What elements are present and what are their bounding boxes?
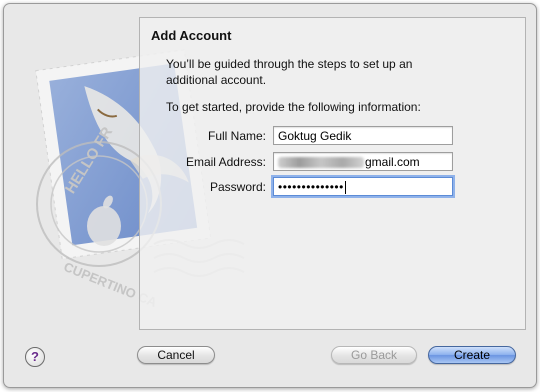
password-field[interactable]: •••••••••••••• (273, 177, 453, 196)
instruction-text: To get started, provide the following in… (166, 100, 421, 114)
cancel-button[interactable]: Cancel (137, 346, 215, 364)
password-mask: •••••••••••••• (278, 180, 344, 194)
full-name-label: Full Name: (207, 129, 266, 143)
redacted-email-prefix (278, 157, 364, 169)
password-label: Password: (209, 180, 266, 194)
email-label: Email Address: (185, 155, 266, 169)
email-field[interactable]: gmail.com (273, 152, 453, 171)
content-panel: Add Account You’ll be guided through the… (139, 17, 526, 330)
email-visible-suffix: gmail.com (365, 155, 420, 169)
dialog-title: Add Account (151, 28, 232, 43)
text-caret (344, 181, 346, 195)
add-account-window: HELLO FR CUPERTINO CA Add Account You’ll… (3, 3, 537, 388)
full-name-field[interactable]: Goktug Gedik (273, 126, 453, 145)
create-button[interactable]: Create (428, 346, 516, 364)
go-back-button[interactable]: Go Back (331, 346, 417, 364)
intro-text: You’ll be guided through the steps to se… (166, 57, 413, 87)
help-button[interactable]: ? (25, 347, 45, 367)
